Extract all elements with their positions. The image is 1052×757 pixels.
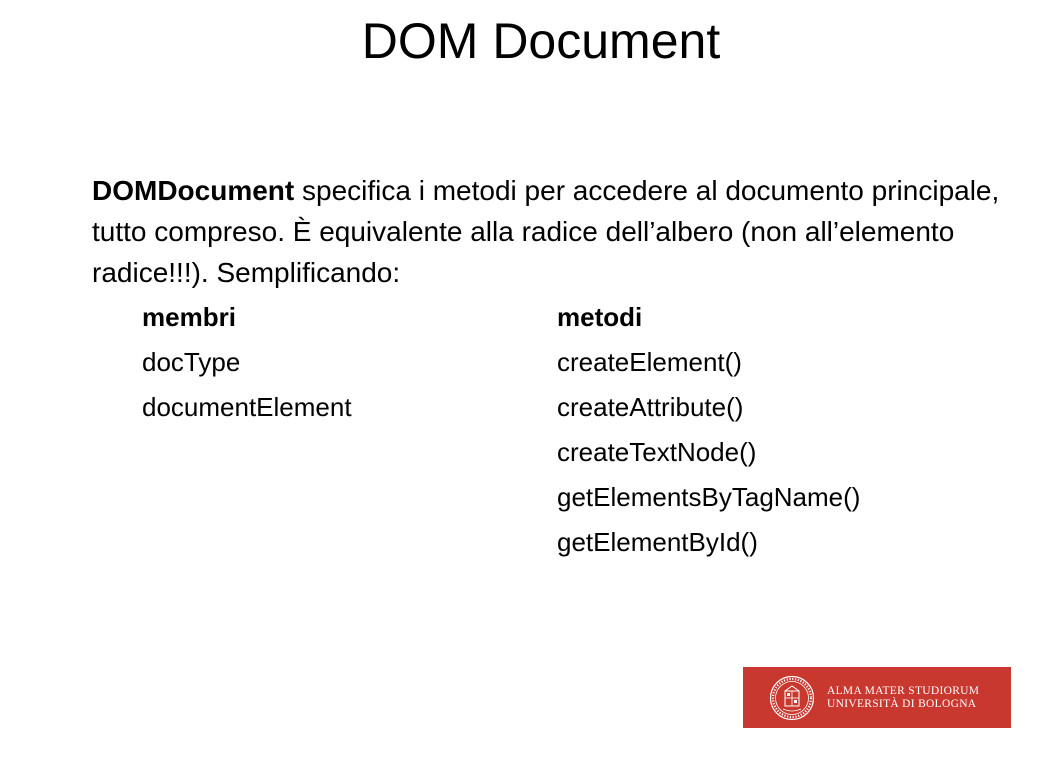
logo-text: ALMA MATER STUDIORUM UNIVERSITÀ DI BOLOG… <box>827 685 979 711</box>
method-item: getElementById() <box>557 527 758 557</box>
methods-header: metodi <box>557 302 643 332</box>
method-item: getElementsByTagName() <box>557 482 861 512</box>
method-item: createTextNode() <box>557 437 757 467</box>
university-logo: ALMA MATER STUDIORUM UNIVERSITÀ DI BOLOG… <box>743 667 1011 728</box>
university-seal-icon <box>769 675 815 720</box>
members-column: membri docType documentElement <box>142 295 352 430</box>
method-item: createElement() <box>557 347 742 377</box>
slide: DOM Document DOMDocument specifica i met… <box>0 0 1052 757</box>
member-item: docType <box>142 347 241 377</box>
members-header: membri <box>142 302 236 332</box>
intro-bold-term: DOMDocument <box>92 175 295 206</box>
slide-title: DOM Document <box>361 13 721 69</box>
methods-column: metodi createElement() createAttribute()… <box>557 295 860 565</box>
logo-line-2: UNIVERSITÀ DI BOLOGNA <box>827 697 977 710</box>
logo-line-1: ALMA MATER STUDIORUM <box>827 684 980 697</box>
intro-paragraph: DOMDocument specifica i metodi per acced… <box>92 170 1012 293</box>
member-item: documentElement <box>142 392 352 422</box>
method-item: createAttribute() <box>557 392 744 422</box>
